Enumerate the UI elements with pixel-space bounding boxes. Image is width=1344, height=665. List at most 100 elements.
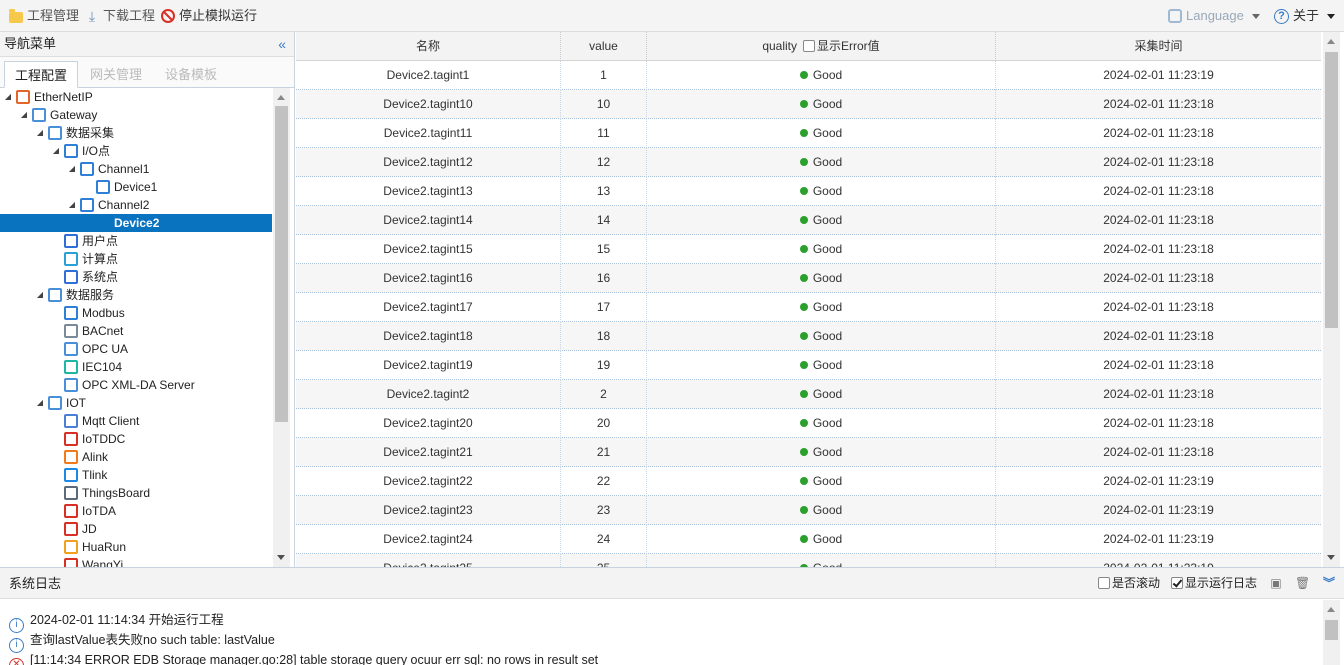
collapse-down-icon[interactable]: ︾ <box>1322 576 1336 590</box>
table-row[interactable]: Device2.tagint22 22 Good 2024-02-01 11:23:1… <box>296 467 1321 496</box>
tree-item-label: Gateway <box>50 108 98 122</box>
chevron-down-icon <box>1251 13 1260 19</box>
tab-gateway-manage[interactable]: 网关管理 <box>80 61 152 88</box>
tree-item[interactable]: ◢ 数据采集 <box>0 124 272 142</box>
tree-scroll-thumb[interactable] <box>275 106 288 422</box>
tree-item[interactable]: BACnet <box>0 322 272 340</box>
table-row[interactable]: Device2.tagint17 17 Good 2024-02-01 11:23:1… <box>296 293 1321 322</box>
column-header-value[interactable]: value <box>561 32 647 61</box>
expand-toggle-icon[interactable]: ◢ <box>35 124 45 142</box>
table-row[interactable]: Device2.tagint19 19 Good 2024-02-01 11:23:1… <box>296 351 1321 380</box>
tree-item-label: Tlink <box>82 468 108 482</box>
ethernetip-icon <box>16 90 30 104</box>
tree-item[interactable]: Alink <box>0 448 272 466</box>
scroll-down-icon[interactable] <box>1327 555 1335 560</box>
table-row[interactable]: Device2.tagint1 1 Good 2024-02-01 11:23:19 <box>296 61 1321 90</box>
expand-toggle-icon[interactable]: ◢ <box>67 160 77 178</box>
tree-item[interactable]: ◢ I/O点 <box>0 142 272 160</box>
tree-item[interactable]: IEC104 <box>0 358 272 376</box>
column-header-name[interactable]: 名称 <box>296 32 561 61</box>
tab-device-template[interactable]: 设备模板 <box>154 61 228 88</box>
table-row[interactable]: Device2.tagint20 20 Good 2024-02-01 11:23:1… <box>296 409 1321 438</box>
tree-item[interactable]: Modbus <box>0 304 272 322</box>
tree-item[interactable]: WangYi <box>0 556 272 567</box>
project-manage-button[interactable]: 工程管理 <box>9 7 79 25</box>
tree-item[interactable]: ThingsBoard <box>0 484 272 502</box>
scroll-up-icon[interactable] <box>1327 607 1335 612</box>
table-row[interactable]: Device2.tagint2525Good2024-02-01 11:23:1… <box>296 554 1321 567</box>
table-row[interactable]: Device2.tagint24 24 Good 2024-02-01 11:23:1… <box>296 525 1321 554</box>
tree-item[interactable]: ◢ 数据服务 <box>0 286 272 304</box>
about-dropdown[interactable]: ? 关于 <box>1274 7 1336 25</box>
table-row[interactable]: Device2.tagint21 21 Good 2024-02-01 11:23:1… <box>296 438 1321 467</box>
tree-item[interactable]: OPC UA <box>0 340 272 358</box>
table-row[interactable]: Device2.tagint14 14 Good 2024-02-01 11:23:1… <box>296 206 1321 235</box>
status-dot-icon <box>799 419 808 427</box>
expand-toggle-icon[interactable]: ◢ <box>35 394 45 412</box>
table-row[interactable]: Device2.tagint2 2 Good 2024-02-01 11:23:18 <box>296 380 1321 409</box>
tree-item[interactable]: HuaRun <box>0 538 272 556</box>
tree-item[interactable]: Device2 <box>0 214 272 232</box>
log-scroll-thumb[interactable] <box>1325 620 1338 640</box>
table-row[interactable]: Device2.tagint12 12 Good 2024-02-01 11:23:1… <box>296 148 1321 177</box>
table-row[interactable]: Device2.tagint16 16 Good 2024-02-01 11:23:1… <box>296 264 1321 293</box>
tree-item[interactable]: Tlink <box>0 466 272 484</box>
tree-item-label: OPC UA <box>82 342 129 356</box>
cell-quality: Good <box>647 438 996 467</box>
tree-item[interactable]: IoTDA <box>0 502 272 520</box>
table-row[interactable]: Device2.tagint10 10 Good 2024-02-01 11:23:1… <box>296 90 1321 119</box>
table-row[interactable]: Device2.tagint23 23 Good 2024-02-01 11:23:1… <box>296 496 1321 525</box>
tree-item[interactable]: Device1 <box>0 178 272 196</box>
show-error-checkbox[interactable] <box>803 40 815 52</box>
tree-scrollbar[interactable] <box>273 88 290 567</box>
tab-project-config[interactable]: 工程配置 <box>4 61 78 88</box>
tree-item[interactable]: 计算点 <box>0 250 272 268</box>
stop-simulation-button[interactable]: 停止模拟运行 <box>161 7 257 25</box>
scroll-down-icon[interactable] <box>277 555 285 560</box>
language-dropdown[interactable]: Language <box>1168 7 1260 25</box>
auto-scroll-option[interactable]: 是否滚动 <box>1098 568 1160 599</box>
cell-value: 13 <box>561 177 647 206</box>
expand-toggle-icon[interactable]: ◢ <box>3 88 13 106</box>
scroll-up-icon[interactable] <box>1327 39 1335 44</box>
tree-item[interactable]: ◢ EtherNetIP <box>0 88 272 106</box>
grid-scroll-thumb[interactable] <box>1325 52 1338 328</box>
table-row[interactable]: Device2.tagint13 13 Good 2024-02-01 11:23:1… <box>296 177 1321 206</box>
scroll-up-icon[interactable] <box>277 95 285 100</box>
tree-item[interactable]: ◢ Channel1 <box>0 160 272 178</box>
log-line: i 2024-02-01 11:14:34 开始运行工程 <box>9 610 224 633</box>
expand-toggle-icon[interactable]: ◢ <box>19 106 29 124</box>
save-log-icon[interactable]: ▣ <box>1269 576 1283 590</box>
cell-quality: Good <box>647 322 996 351</box>
expand-toggle-icon[interactable]: ◢ <box>67 196 77 214</box>
log-scrollbar[interactable] <box>1323 600 1340 665</box>
table-row[interactable]: Device2.tagint18 18 Good 2024-02-01 11:23:1… <box>296 322 1321 351</box>
column-header-time[interactable]: 采集时间 <box>996 32 1321 61</box>
tree-item[interactable]: IoTDDC <box>0 430 272 448</box>
auto-scroll-checkbox[interactable] <box>1098 577 1110 589</box>
tree-item[interactable]: ◢ Channel2 <box>0 196 272 214</box>
expand-toggle-icon[interactable]: ◢ <box>35 286 45 304</box>
iec104-icon <box>64 360 78 374</box>
trash-icon[interactable]: 🗑 <box>1295 576 1310 590</box>
stop-icon <box>161 9 175 23</box>
show-run-log-checkbox[interactable] <box>1171 577 1183 589</box>
tree-item[interactable]: ◢ Gateway <box>0 106 272 124</box>
cell-value: 16 <box>561 264 647 293</box>
expand-toggle-icon[interactable]: ◢ <box>51 142 61 160</box>
show-run-log-option[interactable]: 显示运行日志 <box>1171 568 1257 599</box>
tree-item[interactable]: JD <box>0 520 272 538</box>
top-toolbar: 工程管理 ⤓ 下载工程 停止模拟运行 Language ? 关于 <box>0 0 1344 32</box>
tree-item[interactable]: ◢ IOT <box>0 394 272 412</box>
tree-item[interactable]: Mqtt Client <box>0 412 272 430</box>
tree-item[interactable]: OPC XML-DA Server <box>0 376 272 394</box>
download-project-button[interactable]: ⤓ 下载工程 <box>85 7 155 25</box>
table-row[interactable]: Device2.tagint15 15 Good 2024-02-01 11:23:1… <box>296 235 1321 264</box>
collapse-left-icon[interactable]: « <box>278 32 286 56</box>
column-header-quality[interactable]: quality 显示Error值 <box>647 32 996 61</box>
tree-item[interactable]: 系统点 <box>0 268 272 286</box>
grid-scrollbar[interactable] <box>1323 32 1340 567</box>
table-row[interactable]: Device2.tagint11 11 Good 2024-02-01 11:23:1… <box>296 119 1321 148</box>
tree-item[interactable]: 用户点 <box>0 232 272 250</box>
cell-quality: Good <box>647 177 996 206</box>
